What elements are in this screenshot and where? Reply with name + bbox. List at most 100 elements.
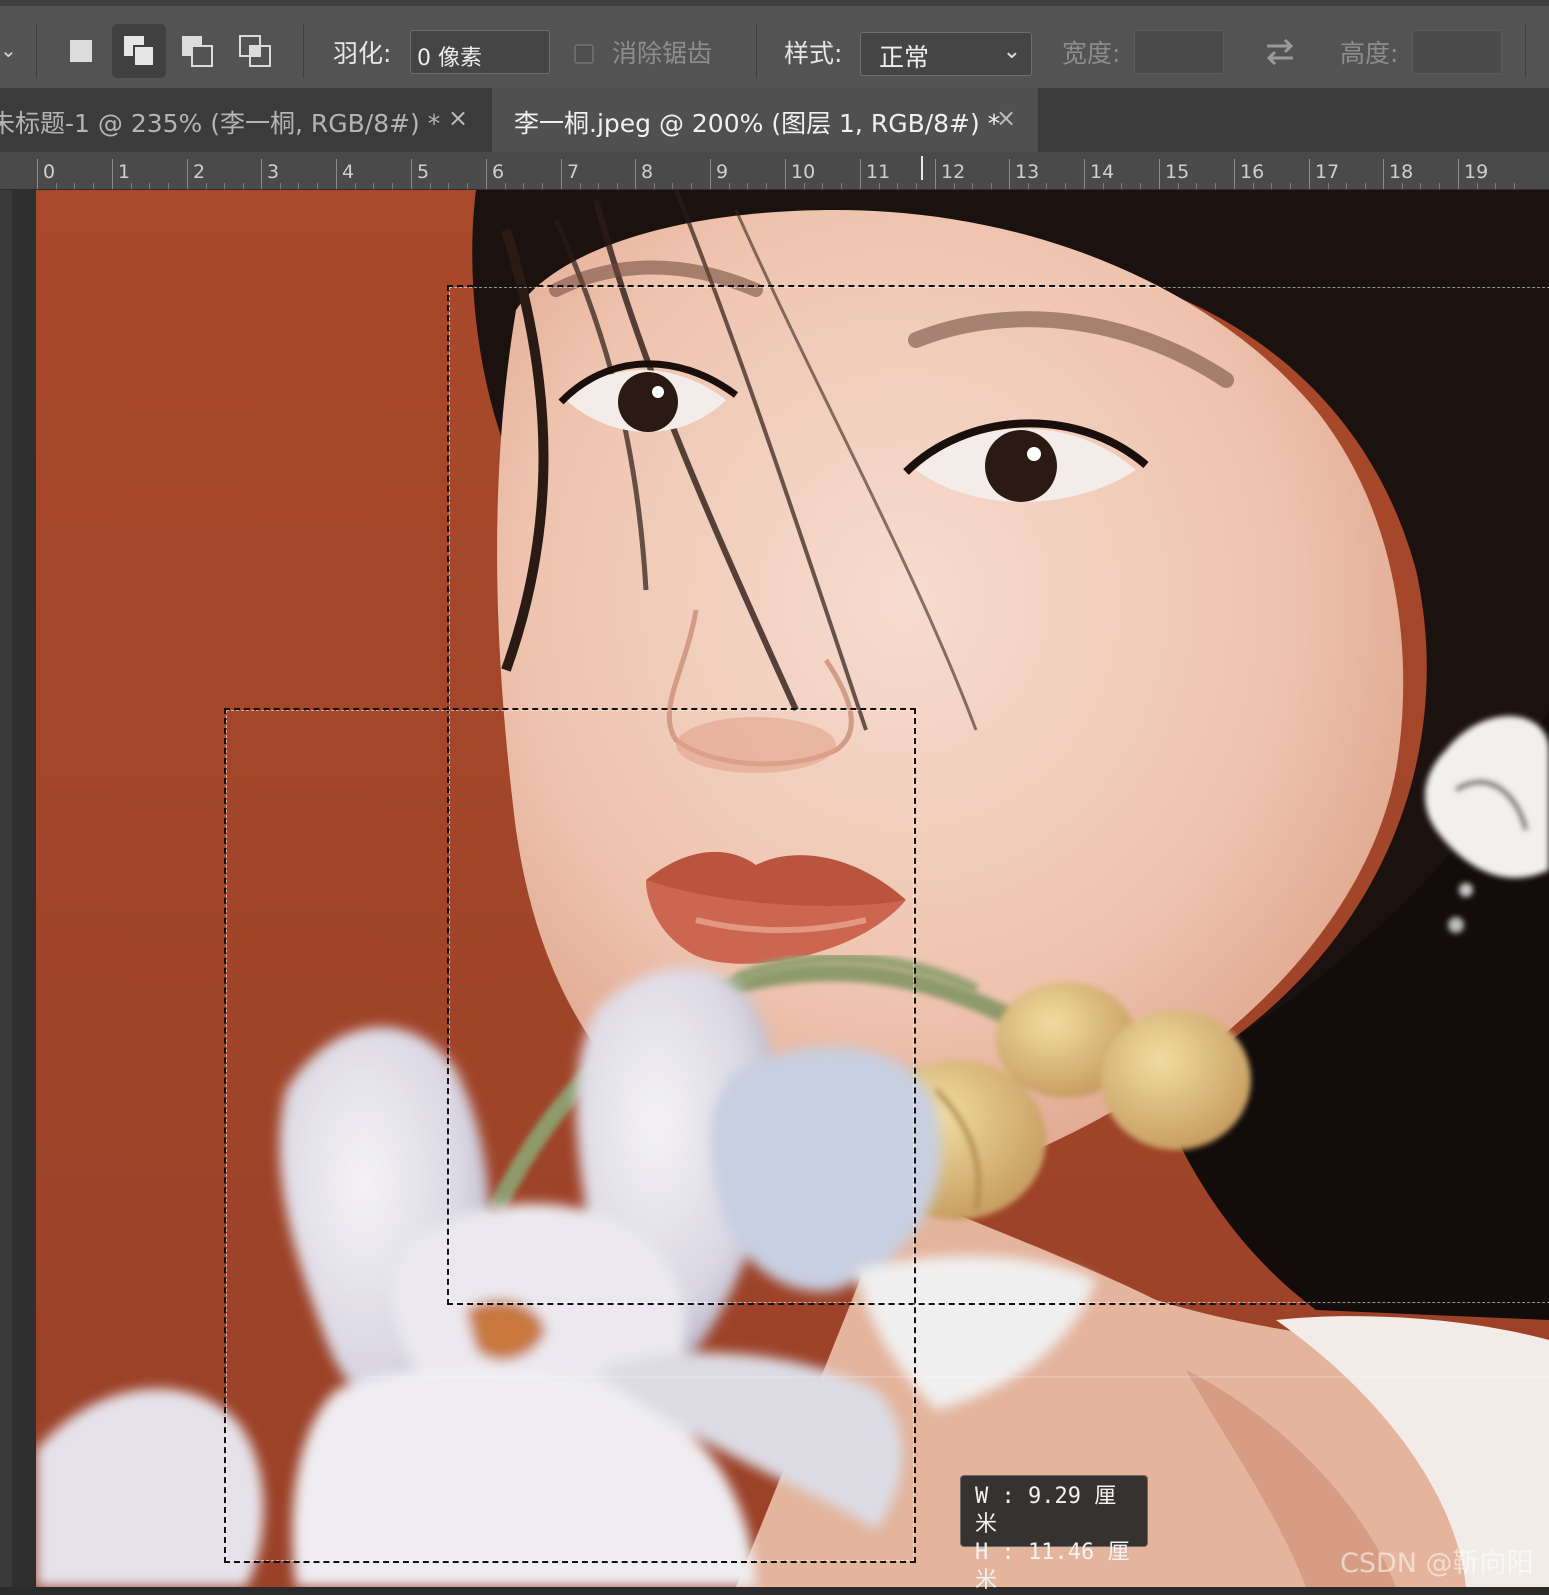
ruler-minor-tick xyxy=(131,183,132,189)
ruler-major-tick xyxy=(1084,159,1085,189)
ruler-number: 18 xyxy=(1389,161,1414,183)
ruler-minor-tick xyxy=(430,183,431,189)
ruler-major-tick xyxy=(486,159,487,189)
close-icon[interactable]: × xyxy=(448,104,468,132)
ruler-minor-tick xyxy=(1253,183,1254,189)
ruler-minor-tick xyxy=(505,183,506,189)
ruler-minor-tick xyxy=(841,183,842,189)
ruler-number: 3 xyxy=(267,161,280,183)
divider xyxy=(1525,24,1526,78)
intersect-selection-button[interactable] xyxy=(228,24,282,78)
ruler-number: 5 xyxy=(417,161,430,183)
height-label: 高度: xyxy=(1340,39,1399,68)
selection-size-tooltip: W : 9.29 厘米 H : 11.46 厘米 xyxy=(960,1475,1148,1593)
ruler-minor-tick xyxy=(1365,183,1366,189)
ruler-number: 6 xyxy=(492,161,505,183)
ruler-minor-tick xyxy=(355,183,356,189)
style-select[interactable]: 正常 ⌄ xyxy=(860,32,1032,76)
ruler-major-tick xyxy=(785,159,786,189)
ruler-minor-tick xyxy=(1439,183,1440,189)
document-canvas[interactable] xyxy=(36,190,1549,1587)
ruler-minor-tick xyxy=(317,183,318,189)
ruler-number: 10 xyxy=(791,161,816,183)
intersect-selection-icon xyxy=(239,35,271,67)
add-to-selection-button[interactable] xyxy=(112,24,166,78)
options-bar: ⌄ 羽化: 0 像素 消除锯齿 样式: 正常 ⌄ 宽度: 高度: xyxy=(0,0,1549,88)
vertical-ruler[interactable] xyxy=(0,190,36,1587)
ruler-minor-tick xyxy=(542,183,543,189)
ruler-minor-tick xyxy=(879,183,880,189)
selection-marquee-2[interactable] xyxy=(224,708,916,1563)
ruler-minor-tick xyxy=(1028,183,1029,189)
ruler-minor-tick xyxy=(206,183,207,189)
ruler-minor-tick xyxy=(1046,183,1047,189)
ruler-major-tick xyxy=(635,159,636,189)
subtract-from-selection-button[interactable] xyxy=(170,24,224,78)
ruler-major-tick xyxy=(710,159,711,189)
ruler-number: 14 xyxy=(1090,161,1115,183)
ruler-minor-tick xyxy=(93,183,94,189)
style-label: 样式: xyxy=(784,39,843,68)
ruler-major-tick xyxy=(860,159,861,189)
add-selection-icon xyxy=(124,36,155,67)
horizontal-ruler[interactable]: 0 1 2 3 4 5 6 7 8 9 10 11 12 13 14 15 16 17 18 19 xyxy=(0,152,1549,190)
feather-label: 羽化: xyxy=(333,39,392,68)
ruler-minor-tick xyxy=(1420,183,1421,189)
ruler-minor-tick xyxy=(1402,183,1403,189)
ruler-minor-tick xyxy=(224,183,225,189)
new-selection-button[interactable] xyxy=(54,24,108,78)
ruler-minor-tick xyxy=(598,183,599,189)
swap-width-height-icon[interactable] xyxy=(1263,36,1297,68)
ruler-minor-tick xyxy=(1290,183,1291,189)
ruler-minor-tick xyxy=(448,183,449,189)
antialias-label: 消除锯齿 xyxy=(612,39,713,68)
ruler-minor-tick xyxy=(168,183,169,189)
ruler-minor-tick xyxy=(1065,183,1066,189)
ruler-number: 8 xyxy=(641,161,654,183)
ruler-minor-tick xyxy=(654,183,655,189)
ruler-minor-tick xyxy=(1103,183,1104,189)
ruler-major-tick xyxy=(1383,159,1384,189)
ruler-minor-tick xyxy=(1178,183,1179,189)
ruler-strip xyxy=(12,190,36,1587)
ruler-major-tick xyxy=(37,159,38,189)
ruler-major-tick xyxy=(561,159,562,189)
ruler-major-tick xyxy=(411,159,412,189)
ruler-cursor-marker xyxy=(921,156,923,180)
ruler-minor-tick xyxy=(747,183,748,189)
ruler-minor-tick xyxy=(897,183,898,189)
ruler-minor-tick xyxy=(766,183,767,189)
feather-input[interactable]: 0 像素 xyxy=(410,30,550,74)
ruler-major-tick xyxy=(1159,159,1160,189)
selection-width-readout: W : 9.29 厘米 xyxy=(975,1484,1117,1537)
ruler-minor-tick xyxy=(1215,183,1216,189)
height-input[interactable] xyxy=(1412,30,1502,74)
ruler-minor-tick xyxy=(373,183,374,189)
close-icon[interactable]: × xyxy=(996,104,1016,132)
ruler-minor-tick xyxy=(1271,183,1272,189)
tool-preset-dropdown-icon[interactable]: ⌄ xyxy=(0,38,17,62)
watermark: CSDN @靳向阳 xyxy=(1340,1548,1534,1579)
ruler-minor-tick xyxy=(243,183,244,189)
ruler-number: 17 xyxy=(1315,161,1340,183)
tab-liyitong-jpeg[interactable]: 李一桐.jpeg @ 200% (图层 1, RGB/8#) * × xyxy=(492,88,1038,152)
ruler-major-tick xyxy=(1458,159,1459,189)
ruler-major-tick xyxy=(336,159,337,189)
tab-untitled-1[interactable]: 未标题-1 @ 235% (李一桐, RGB/8#) * × xyxy=(0,88,490,152)
ruler-minor-tick xyxy=(1121,183,1122,189)
ruler-minor-tick xyxy=(1495,183,1496,189)
ruler-minor-tick xyxy=(1140,183,1141,189)
width-label: 宽度: xyxy=(1062,39,1121,68)
tab-title: 未标题-1 @ 235% (李一桐, RGB/8#) * xyxy=(0,109,441,138)
ruler-minor-tick xyxy=(972,183,973,189)
ruler-major-tick xyxy=(1309,159,1310,189)
style-select-value: 正常 xyxy=(879,43,930,72)
ruler-minor-tick xyxy=(1477,183,1478,189)
width-input[interactable] xyxy=(1134,30,1224,74)
ruler-major-tick xyxy=(187,159,188,189)
divider xyxy=(36,24,37,78)
ruler-minor-tick xyxy=(1514,183,1515,189)
ruler-number: 7 xyxy=(567,161,580,183)
antialias-checkbox[interactable] xyxy=(574,44,594,64)
ruler-minor-tick xyxy=(580,183,581,189)
